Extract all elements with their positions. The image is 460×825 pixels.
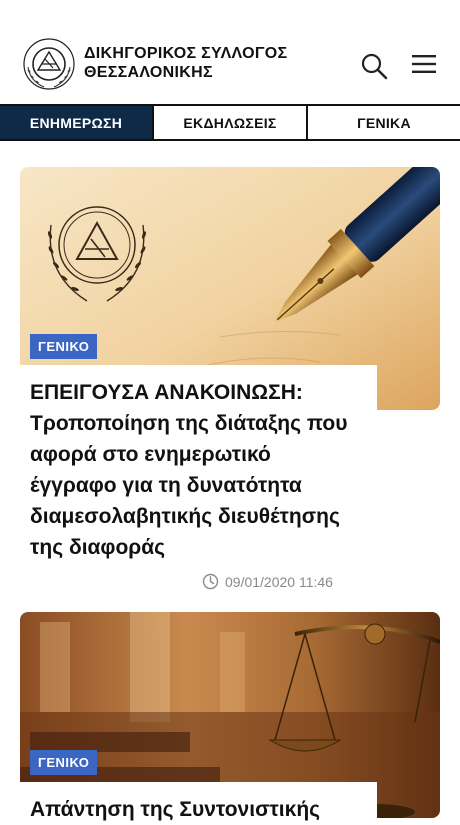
clock-icon (202, 573, 219, 590)
article-title-box: Απάντηση της Συντονιστικής (20, 782, 377, 822)
bar-association-logo[interactable] (22, 37, 76, 91)
tab-general[interactable]: ΓΕΝΙΚΑ (308, 106, 460, 139)
app-header: ΔΙΚΗΓΟΡΙΚΟΣ ΣΥΛΛΟΓΟΣ ΘΕΣΣΑΛΟΝΙΚΗΣ (0, 0, 460, 104)
article-title-box: ΕΠΕΙΓΟΥΣΑ ΑΝΑΚΟΙΝΩΣΗ: Τροποποίηση της δι… (20, 365, 377, 563)
organization-name-line2: ΘΕΣΣΑΛΟΝΙΚΗΣ (84, 64, 213, 81)
tab-events[interactable]: ΕΚΔΗΛΩΣΕΙΣ (154, 106, 308, 139)
category-badge[interactable]: ΓΕΝΙΚΟ (30, 750, 98, 775)
organization-name[interactable]: ΔΙΚΗΓΟΡΙΚΟΣ ΣΥΛΛΟΓΟΣ ΘΕΣΣΑΛΟΝΙΚΗΣ (84, 44, 287, 82)
search-icon[interactable] (360, 52, 388, 80)
organization-name-line1: ΔΙΚΗΓΟΡΙΚΟΣ ΣΥΛΛΟΓΟΣ (84, 45, 288, 62)
tab-news[interactable]: ΕΝΗΜΕΡΩΣΗ (0, 106, 154, 139)
article-date: 09/01/2020 11:46 (202, 573, 333, 590)
hamburger-menu-icon[interactable] (410, 53, 438, 75)
article-title[interactable]: Απάντηση της Συντονιστικής (30, 794, 357, 825)
article-card[interactable]: ΓΕΝΙΚΟ Απάντηση της Συντονιστικής (20, 612, 440, 822)
article-card[interactable]: ΓΕΝΙΚΟ ΕΠΕΙΓΟΥΣΑ ΑΝΑΚΟΙΝΩΣΗ: Τροποποίηση… (20, 167, 440, 597)
category-badge[interactable]: ΓΕΝΙΚΟ (30, 334, 98, 359)
category-tabs: ΕΝΗΜΕΡΩΣΗ ΕΚΔΗΛΩΣΕΙΣ ΓΕΝΙΚΑ (0, 104, 460, 141)
article-title[interactable]: ΕΠΕΙΓΟΥΣΑ ΑΝΑΚΟΙΝΩΣΗ: Τροποποίηση της δι… (30, 377, 357, 563)
article-date-text: 09/01/2020 11:46 (225, 573, 333, 590)
